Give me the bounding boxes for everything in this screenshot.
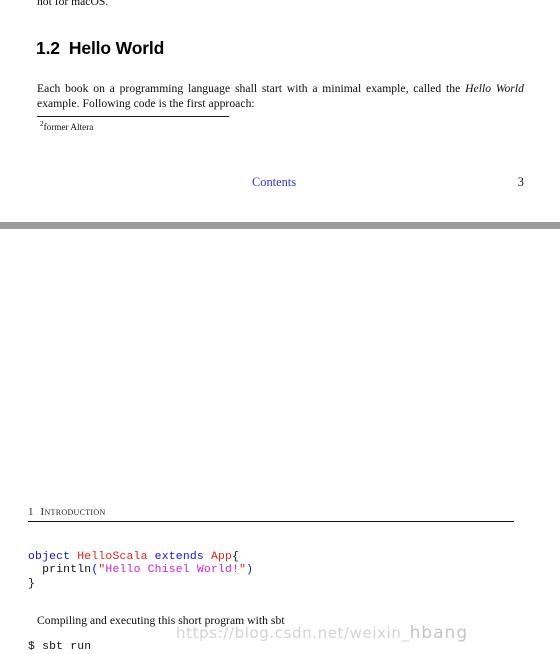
pdf-page-fragment-top: not for macOS. 1.2 Hello World Each book … — [0, 0, 560, 222]
paragraph-line-1: Each book on a programming language shal… — [37, 82, 461, 95]
page-break-separator — [0, 222, 560, 229]
code-brace-close: } — [28, 577, 36, 590]
code-block-shell-sbt-run: $ sbt run — [28, 641, 92, 653]
pdf-page-fragment-bottom: 1 Introduction object HelloScala extends … — [0, 229, 560, 654]
section-heading-number: 1.2 — [36, 38, 60, 58]
code-paren-close: ) — [246, 564, 254, 577]
paragraph-compiling: Compiling and executing this short progr… — [37, 614, 285, 627]
footnote-text: former Altera — [43, 122, 94, 132]
section-heading-title: Hello World — [68, 38, 165, 58]
code-type-helloscala: HelloScala — [77, 551, 148, 563]
contents-link[interactable]: Contents — [252, 174, 296, 190]
footnote-separator-rule — [37, 116, 229, 117]
code-type-app: App — [210, 551, 233, 563]
running-header-number: 1 — [28, 506, 34, 518]
paragraph-line-2-rest: example. Following code is the first app… — [37, 97, 255, 111]
footnote-former-altera: 2former Altera — [40, 120, 94, 133]
code-brace-open: { — [232, 551, 240, 563]
page-number: 3 — [517, 175, 524, 189]
paragraph-each-book: Each book on a programming language shal… — [37, 81, 524, 112]
section-heading-1-2: 1.2 Hello World — [36, 38, 164, 58]
code-block-scala-helloscala: object HelloScala extends App{ println("… — [28, 551, 253, 591]
clipped-text-line: not for macOS. — [37, 0, 109, 8]
italic-hello-world: Hello World — [465, 82, 524, 95]
page-footer: Contents 3 — [37, 174, 524, 190]
running-header-title: Introduction — [40, 506, 106, 518]
running-header-rule — [28, 521, 514, 522]
code-keyword-extends: extends — [154, 551, 204, 563]
code-function-println: println — [42, 564, 92, 577]
running-header: 1 Introduction — [28, 506, 514, 519]
code-keyword-object: object — [28, 551, 71, 563]
code-string-literal: Hello Chisel World! — [105, 564, 240, 577]
